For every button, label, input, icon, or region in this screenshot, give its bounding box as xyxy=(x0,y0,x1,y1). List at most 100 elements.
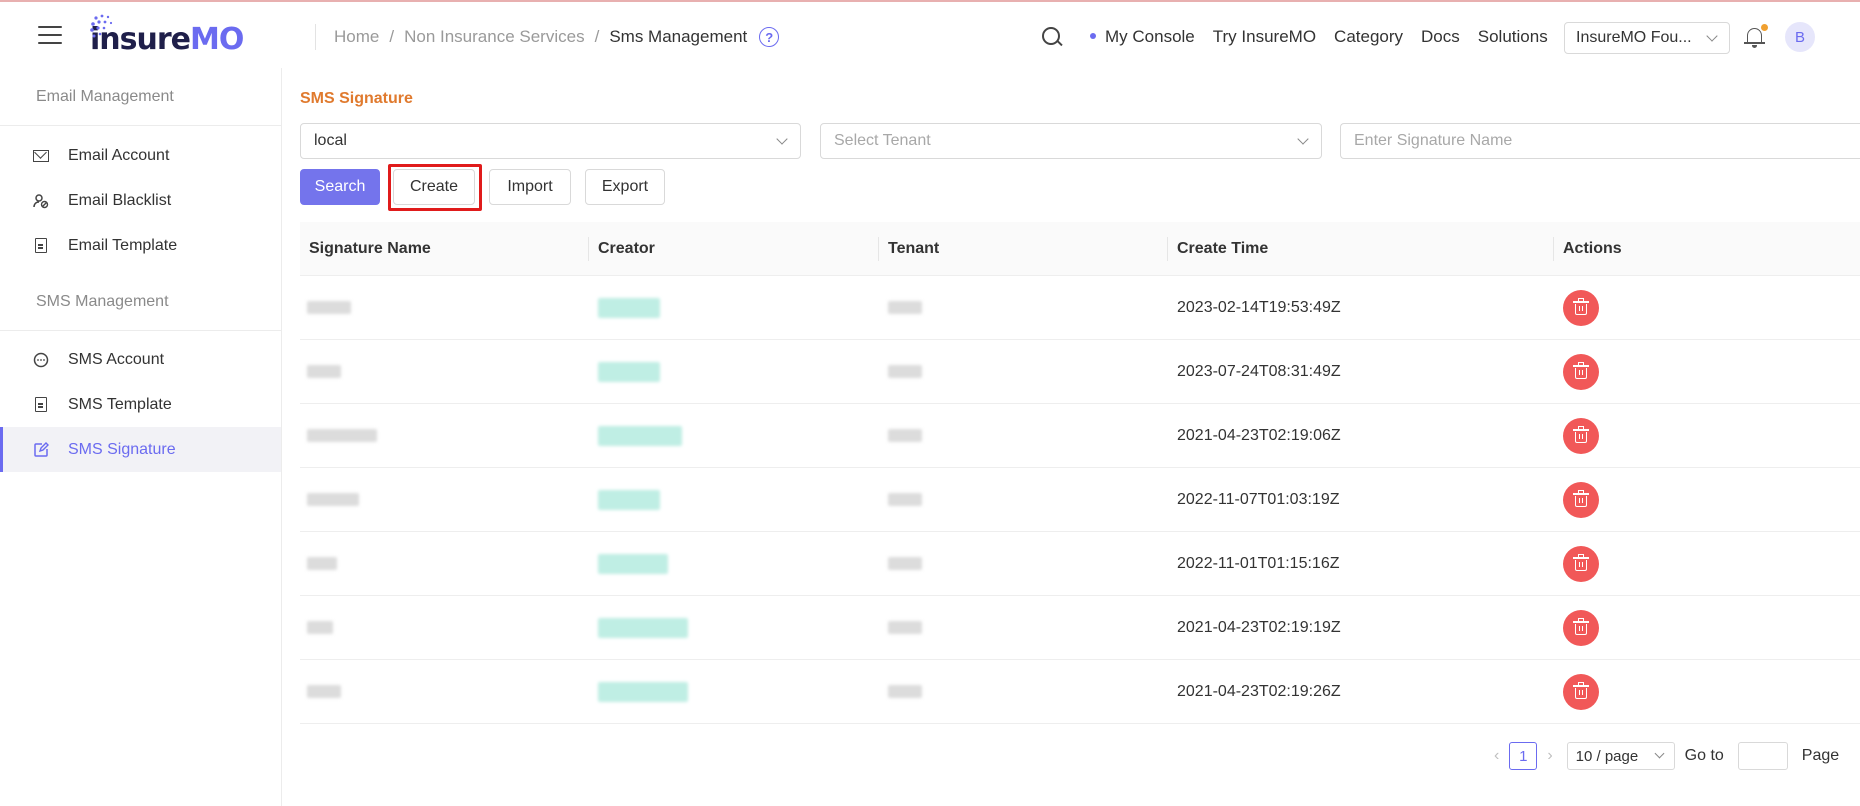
redacted-text xyxy=(888,685,922,698)
import-button[interactable]: Import xyxy=(489,169,571,205)
tenant-dropdown[interactable]: InsureMO Fou... xyxy=(1564,22,1730,54)
trash-icon xyxy=(1573,681,1589,699)
tenant-select-placeholder: Select Tenant xyxy=(834,132,931,149)
signature-table: Signature Name Creator Tenant Create Tim… xyxy=(300,222,1860,724)
creator-cell xyxy=(598,596,688,659)
hamburger-menu-icon[interactable] xyxy=(38,26,62,46)
breadcrumb-current: Sms Management xyxy=(609,27,748,46)
sidebar-item-email-template[interactable]: Email Template xyxy=(0,223,281,268)
sidebar-item-label: Email Template xyxy=(68,236,178,254)
redacted-text xyxy=(598,489,660,510)
delete-button[interactable] xyxy=(1563,609,1599,646)
sidebar-item-email-blacklist[interactable]: Email Blacklist xyxy=(0,178,281,223)
insuremo-logo[interactable]: insureMO xyxy=(90,12,244,58)
nav-solutions[interactable]: Solutions xyxy=(1478,27,1548,47)
actions-cell xyxy=(1563,660,1599,723)
signature-name-input[interactable]: Enter Signature Name xyxy=(1340,123,1860,159)
delete-button[interactable] xyxy=(1563,289,1599,326)
page-size-select[interactable]: 10 / page xyxy=(1566,742,1675,770)
trash-icon xyxy=(1573,489,1589,507)
document-icon xyxy=(32,396,50,414)
goto-page-input[interactable] xyxy=(1737,742,1788,770)
next-page-icon[interactable]: › xyxy=(1547,747,1552,765)
sidebar-item-label: Email Blacklist xyxy=(68,191,172,209)
redacted-text xyxy=(888,621,922,634)
signature-name-cell xyxy=(307,404,377,467)
sidebar-group-email-management: Email Management xyxy=(0,68,281,126)
tenant-cell xyxy=(888,340,922,403)
actions-cell xyxy=(1563,596,1599,659)
table-row: 2022-11-01T01:15:16Z xyxy=(300,532,1860,596)
sidebar-item-email-account[interactable]: Email Account xyxy=(0,133,281,178)
creator-cell xyxy=(598,276,660,339)
breadcrumb-separator: / xyxy=(594,27,600,46)
table-body: 2023-02-14T19:53:49Z 2023-07-24T08:31:49Z… xyxy=(300,276,1860,724)
notification-bell-icon[interactable] xyxy=(1744,24,1768,50)
create-time-cell: 2023-07-24T08:31:49Z xyxy=(1177,362,1341,380)
nav-my-console[interactable]: My Console xyxy=(1090,27,1195,47)
signature-name-cell xyxy=(307,340,341,403)
create-time-cell: 2022-11-07T01:03:19Z xyxy=(1177,490,1340,508)
redacted-text xyxy=(598,425,682,446)
signature-name-cell xyxy=(307,276,351,339)
sidebar-item-label: SMS Account xyxy=(68,350,165,368)
breadcrumb-non-insurance-services[interactable]: Non Insurance Services xyxy=(404,27,584,47)
table-row: 2021-04-23T02:19:26Z xyxy=(300,660,1860,724)
export-button[interactable]: Export xyxy=(585,169,665,205)
search-button[interactable]: Search xyxy=(300,169,380,205)
top-header: insureMO Home / Non Insurance Services /… xyxy=(0,4,1860,68)
actions-cell xyxy=(1563,404,1599,467)
sidebar-item-sms-template[interactable]: SMS Template xyxy=(0,382,281,427)
column-actions: Actions xyxy=(1563,240,1622,257)
redacted-text xyxy=(307,621,333,634)
table-row: 2021-04-23T02:19:06Z xyxy=(300,404,1860,468)
page-number-current[interactable]: 1 xyxy=(1509,742,1538,770)
column-tenant: Tenant xyxy=(888,240,940,257)
tenant-select[interactable]: Select Tenant xyxy=(820,123,1322,159)
search-icon[interactable] xyxy=(1040,25,1064,49)
delete-button[interactable] xyxy=(1563,673,1599,710)
delete-button[interactable] xyxy=(1563,417,1599,454)
creator-cell xyxy=(598,532,668,595)
prev-page-icon[interactable]: ‹ xyxy=(1494,747,1499,765)
redacted-text xyxy=(598,681,688,702)
signature-name-cell xyxy=(307,596,333,659)
delete-button[interactable] xyxy=(1563,545,1599,582)
tenant-cell xyxy=(888,532,922,595)
nav-category[interactable]: Category xyxy=(1334,27,1403,47)
create-time-cell: 2021-04-23T02:19:06Z xyxy=(1177,426,1341,444)
breadcrumb-home[interactable]: Home xyxy=(334,27,379,47)
pagination: ‹ 1 › 10 / page Go to Page xyxy=(1494,742,1839,770)
create-button[interactable]: Create xyxy=(393,169,475,205)
document-icon xyxy=(32,237,50,255)
creator-cell xyxy=(598,660,688,723)
edit-icon xyxy=(32,441,50,459)
mail-icon xyxy=(32,147,50,165)
help-icon[interactable]: ? xyxy=(759,27,780,47)
environment-select[interactable]: local xyxy=(300,123,801,159)
signature-name-placeholder: Enter Signature Name xyxy=(1354,132,1513,149)
header-divider xyxy=(315,24,316,50)
redacted-text xyxy=(307,685,341,698)
redacted-text xyxy=(307,493,359,506)
table-header: Signature Name Creator Tenant Create Tim… xyxy=(300,222,1860,276)
redacted-text xyxy=(307,301,351,314)
page-size-value: 10 / page xyxy=(1575,747,1639,765)
user-avatar[interactable]: B xyxy=(1785,22,1815,52)
nav-try-insuremo[interactable]: Try InsureMO xyxy=(1213,27,1316,47)
create-time-cell: 2021-04-23T02:19:19Z xyxy=(1177,618,1341,636)
sidebar-item-sms-signature[interactable]: SMS Signature xyxy=(0,427,281,472)
environment-select-value: local xyxy=(314,132,347,149)
redacted-text xyxy=(888,301,922,314)
delete-button[interactable] xyxy=(1563,481,1599,518)
redacted-text xyxy=(888,493,922,506)
page-label: Page xyxy=(1801,747,1840,764)
redacted-text xyxy=(598,361,660,382)
delete-button[interactable] xyxy=(1563,353,1599,390)
nav-docs[interactable]: Docs xyxy=(1421,27,1460,47)
active-dot-icon xyxy=(1090,32,1096,39)
redacted-text xyxy=(888,557,922,570)
logo-suffix: MO xyxy=(190,22,244,57)
sidebar-group-sms-management: SMS Management xyxy=(0,273,281,331)
sidebar-item-sms-account[interactable]: SMS Account xyxy=(0,337,281,382)
